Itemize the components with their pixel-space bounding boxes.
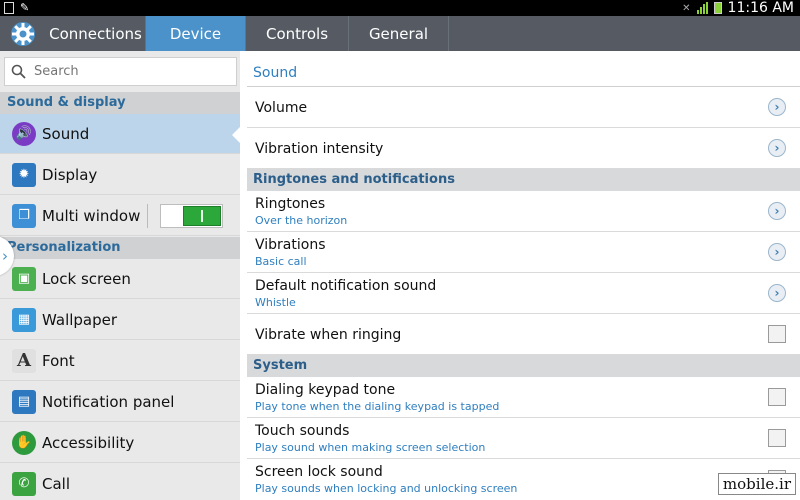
sidebar-item-notification-panel[interactable]: ▤ Notification panel [0,382,240,422]
pencil-icon: ✎ [20,1,30,14]
status-bar: ✎ ✕ 11:16 AM [0,0,800,16]
sidebar-item-sound[interactable]: 🔊 Sound [0,114,240,154]
sidebar-item-multi-window[interactable]: ❐ Multi window [0,196,240,236]
sidebar-item-label: Sound [42,124,90,143]
multi-window-icon: ❐ [12,203,36,228]
page-title: Sound [253,65,298,81]
setting-row-vibrate-when-ringing[interactable]: Vibrate when ringing [247,314,800,355]
lock-screen-icon: ▣ [12,266,36,291]
sidebar-item-label: Accessibility [42,433,135,452]
sidebar: Sound & display 🔊 Sound ✹ Display ❐ Mult… [0,51,240,500]
wallpaper-icon: ▦ [12,307,36,332]
sidebar-item-call[interactable]: ✆ Call [0,464,240,500]
clock: 11:16 AM [727,0,794,16]
setting-label: Default notification sound [255,278,437,294]
dialing-keypad-tone-checkbox[interactable] [768,388,786,406]
sidebar-item-label: Multi window [42,206,141,225]
selection-notch [232,126,240,144]
setting-value: Over the horizon [255,214,348,227]
tab-controls[interactable]: Controls [246,16,349,51]
chevron-right-icon[interactable]: › [768,98,786,116]
setting-description: Play sound when making screen selection [255,441,486,454]
sidebar-item-label: Display [42,165,98,184]
doc-icon [4,1,14,14]
sidebar-item-lock-screen[interactable]: ▣ Lock screen [0,259,240,299]
setting-label: Vibration intensity [255,141,384,157]
watermark: mobile.ir [717,473,796,495]
setting-description: Play sounds when locking and unlocking s… [255,482,518,495]
touch-sounds-checkbox[interactable] [768,429,786,447]
setting-row-vibrations[interactable]: Vibrations Basic call › [247,232,800,273]
font-icon: A [12,348,36,373]
setting-label: Touch sounds [255,423,350,439]
vibrate-when-ringing-checkbox[interactable] [768,325,786,343]
toggle-knob [183,206,221,226]
settings-gear-icon[interactable] [0,16,46,51]
chevron-right-icon[interactable]: › [768,243,786,261]
tab-bar: Connections Device Controls General [0,16,800,51]
setting-row-volume[interactable]: Volume › [247,87,800,128]
setting-row-touch-sounds[interactable]: Touch sounds Play sound when making scre… [247,418,800,459]
sidebar-item-label: Notification panel [42,392,175,411]
sidebar-item-accessibility[interactable]: ✋ Accessibility [0,423,240,463]
sidebar-item-label: Font [42,351,75,370]
sidebar-item-font[interactable]: A Font [0,341,240,381]
sidebar-item-label: Wallpaper [42,310,118,329]
setting-label: Vibrate when ringing [255,327,402,343]
setting-label: Volume [255,100,308,116]
tab-device[interactable]: Device [146,16,246,51]
battery-icon [713,2,722,14]
speaker-icon: 🔊 [12,121,36,146]
tab-general[interactable]: General [349,16,449,51]
setting-value: Basic call [255,255,307,268]
section-header-personalization: Personalization [0,237,240,259]
phone-icon: ✆ [12,471,36,496]
hand-icon: ✋ [12,430,36,455]
setting-value: Whistle [255,296,296,309]
mute-icon: ✕ [682,2,691,14]
setting-row-default-notification-sound[interactable]: Default notification sound Whistle › [247,273,800,314]
search-box[interactable] [4,57,237,86]
setting-row-vibration-intensity[interactable]: Vibration intensity › [247,128,800,169]
section-header-sound-display: Sound & display [0,92,240,114]
main-panel: Sound Volume › Vibration intensity › Rin… [240,51,800,500]
tab-connections[interactable]: Connections [46,16,146,51]
section-header-system: System [247,355,800,377]
divider [147,204,148,228]
setting-label: Ringtones [255,196,326,212]
setting-label: Vibrations [255,237,326,253]
setting-row-dialing-keypad-tone[interactable]: Dialing keypad tone Play tone when the d… [247,377,800,418]
sun-icon: ✹ [12,162,36,187]
multi-window-toggle[interactable] [160,204,223,228]
setting-label: Screen lock sound [255,464,383,480]
setting-label: Dialing keypad tone [255,382,396,398]
sidebar-item-display[interactable]: ✹ Display [0,155,240,195]
signal-icon [696,2,708,14]
sidebar-item-label: Lock screen [42,269,131,288]
section-header-ringtones: Ringtones and notifications [247,169,800,191]
search-input[interactable] [34,64,224,79]
chevron-right-icon[interactable]: › [768,202,786,220]
sidebar-item-label: Call [42,474,71,493]
setting-description: Play tone when the dialing keypad is tap… [255,400,500,413]
setting-row-ringtones[interactable]: Ringtones Over the horizon › [247,191,800,232]
chevron-right-icon[interactable]: › [768,139,786,157]
sidebar-item-wallpaper[interactable]: ▦ Wallpaper [0,300,240,340]
search-icon [11,64,26,79]
notification-panel-icon: ▤ [12,389,36,414]
chevron-right-icon[interactable]: › [768,284,786,302]
